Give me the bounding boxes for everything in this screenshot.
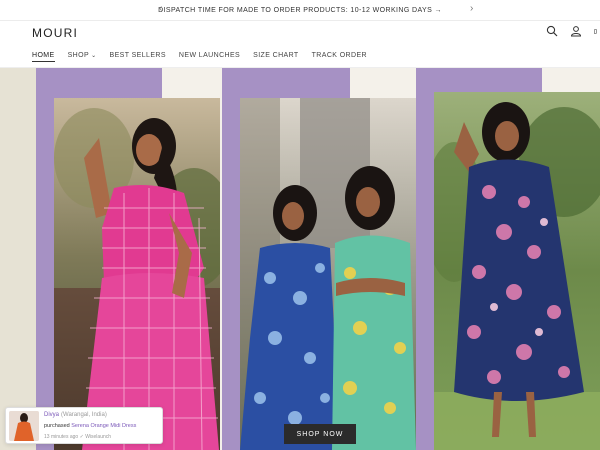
nav-shop-label: SHOP: [67, 52, 90, 59]
model-photo-two-women: [240, 98, 416, 450]
customer-location: (Warangal, India): [61, 412, 107, 418]
hero-panel-3: [416, 68, 600, 450]
site-header: MOURI HOME SHOP ⌄ BEST SELLERS NEW LAUNCH…: [0, 21, 600, 68]
account-icon[interactable]: [570, 25, 582, 37]
search-icon[interactable]: [546, 25, 558, 37]
purchase-time: 13 minutes ago: [44, 434, 79, 440]
two-women-illustration: [240, 98, 416, 450]
hero-left-backdrop: [0, 68, 36, 450]
navy-floral-illustration: [434, 102, 600, 450]
nav-shop[interactable]: SHOP ⌄: [68, 52, 97, 62]
hero-panel-2: [222, 68, 416, 450]
hero-panel-1: [36, 68, 222, 450]
toast-purchase-line: purchased Serena Orange Midi Dress: [44, 423, 136, 429]
verified-check-icon: ✓: [79, 434, 84, 440]
announcement-text[interactable]: DISPATCH TIME FOR MADE TO ORDER PRODUCTS…: [158, 7, 442, 14]
nav-size-chart[interactable]: SIZE CHART: [253, 52, 299, 62]
toast-customer: Divya (Warangal, India): [44, 412, 107, 418]
toast-meta: 13 minutes ago ✓ Wiselaunch: [44, 434, 111, 440]
model-photo-pink-dress: [54, 98, 220, 450]
announcement-bar: ‹ DISPATCH TIME FOR MADE TO ORDER PRODUC…: [0, 0, 600, 21]
nav-track-order[interactable]: TRACK ORDER: [312, 52, 367, 62]
nav-home[interactable]: HOME: [32, 52, 55, 62]
pink-dress-illustration: [54, 108, 220, 450]
purchased-product-link[interactable]: Serena Orange Midi Dress: [71, 423, 136, 429]
chevron-left-icon[interactable]: ‹: [159, 3, 162, 14]
thumbnail-image: [9, 411, 39, 441]
toast-source: Wiselaunch: [85, 434, 112, 440]
cart-icon[interactable]: [594, 25, 600, 37]
brand-logo[interactable]: MOURI: [32, 26, 78, 40]
purchase-action: purchased: [44, 423, 70, 429]
model-photo-navy-floral: [434, 92, 600, 450]
hero-banner[interactable]: SHOP NOW: [0, 68, 600, 450]
shop-now-button[interactable]: SHOP NOW: [284, 424, 356, 444]
customer-name: Divya: [44, 412, 60, 418]
main-nav: HOME SHOP ⌄ BEST SELLERS NEW LAUNCHES SIZ…: [32, 52, 367, 62]
chevron-right-icon[interactable]: ›: [470, 3, 473, 14]
chevron-down-icon: ⌄: [91, 53, 97, 59]
product-thumbnail: [9, 411, 39, 441]
header-icons: [546, 25, 600, 37]
purchase-notification[interactable]: Divya (Warangal, India) purchased Serena …: [5, 407, 163, 444]
nav-best-sellers[interactable]: BEST SELLERS: [110, 52, 166, 62]
nav-new-launches[interactable]: NEW LAUNCHES: [179, 52, 240, 62]
